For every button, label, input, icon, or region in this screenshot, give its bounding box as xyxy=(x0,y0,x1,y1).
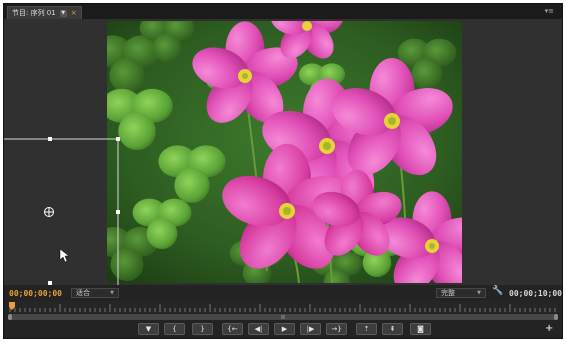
zoom-level-value: 适合 xyxy=(76,289,90,297)
transport-controls: ▼ { } {← ◀| ▶ |▶ →} ⇡ ⇞ ◙ + xyxy=(4,323,562,336)
scrollbar-left-handle[interactable] xyxy=(8,314,12,320)
bounding-box-handle-right[interactable] xyxy=(116,210,120,214)
settings-wrench-icon[interactable]: 🔧 xyxy=(492,286,503,296)
close-icon[interactable]: × xyxy=(71,9,77,17)
zoom-scrollbar[interactable] xyxy=(8,314,558,320)
play-button[interactable]: ▶ xyxy=(274,323,295,335)
step-forward-button[interactable]: |▶ xyxy=(300,323,321,335)
program-monitor-viewport[interactable] xyxy=(4,19,562,285)
mark-out-button[interactable]: } xyxy=(192,323,213,335)
scrollbar-right-handle[interactable] xyxy=(554,314,558,320)
current-timecode[interactable]: 00;00;00;00 xyxy=(9,289,62,298)
motion-bounding-box-overlay xyxy=(4,137,120,285)
export-frame-button[interactable]: ◙ xyxy=(410,323,431,335)
playback-resolution-value: 完整 xyxy=(441,289,455,297)
scrollbar-center-grip[interactable] xyxy=(281,315,285,319)
mouse-cursor-icon xyxy=(59,248,70,263)
tab-dropdown-icon[interactable]: ▼ xyxy=(59,9,67,17)
lift-button[interactable]: ⇡ xyxy=(356,323,377,335)
playback-resolution-select[interactable]: 完整 ▼ xyxy=(436,288,486,298)
zoom-level-select[interactable]: 适合 ▼ xyxy=(71,288,119,298)
go-to-out-button[interactable]: →} xyxy=(326,323,347,335)
chevron-down-icon: ▼ xyxy=(110,290,114,296)
bounding-box-handle-top-right[interactable] xyxy=(116,137,120,141)
mark-in-button[interactable]: { xyxy=(164,323,185,335)
program-monitor-panel: 节目: 序列 01 ▼ × ▾≡ 00;00;00;00 适合 ▼ 完整 ▼ 🔧… xyxy=(3,3,563,339)
bounding-box-handle-bottom[interactable] xyxy=(48,281,52,285)
step-back-button[interactable]: ◀| xyxy=(248,323,269,335)
tab-label: 节目: 序列 01 xyxy=(12,9,56,17)
panel-tab-bar: 节目: 序列 01 ▼ × ▾≡ xyxy=(4,4,562,19)
add-marker-button[interactable]: ▼ xyxy=(138,323,159,335)
chevron-down-icon: ▼ xyxy=(477,290,481,296)
bounding-box-handle-top[interactable] xyxy=(48,137,52,141)
extract-button[interactable]: ⇞ xyxy=(382,323,403,335)
panel-menu-icon[interactable]: ▾≡ xyxy=(545,7,554,15)
go-to-in-button[interactable]: {← xyxy=(222,323,243,335)
duration-timecode: 00;00;10;00 xyxy=(509,288,562,298)
anchor-point-icon[interactable] xyxy=(44,207,54,217)
button-editor-plus-icon[interactable]: + xyxy=(545,323,553,334)
time-ruler[interactable] xyxy=(8,301,558,313)
tab-program-sequence[interactable]: 节目: 序列 01 ▼ × xyxy=(7,6,82,19)
monitor-control-row: 00;00;00;00 适合 ▼ 完整 ▼ 🔧 00;00;10;00 xyxy=(4,286,562,300)
